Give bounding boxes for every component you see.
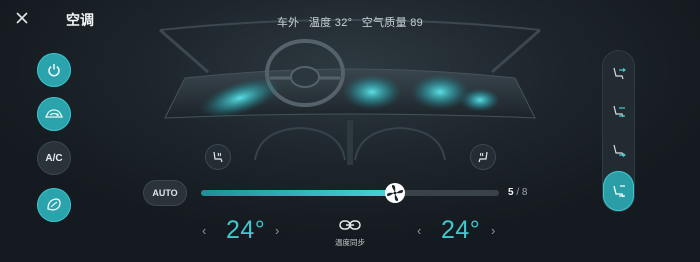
- fan-level-readout: 5 / 8: [508, 187, 527, 198]
- climate-control-screen: 空调 车外 温度 32° 空气质量 89 A/C AUTO 5 / 8 ‹ 24…: [0, 0, 700, 262]
- seat-airflow-feet-defrost-icon: [612, 185, 625, 198]
- airflow-feet-windshield[interactable]: [603, 171, 634, 211]
- seat-airflow-face-icon: [613, 67, 626, 80]
- air-quality: 空气质量 89: [361, 17, 424, 29]
- passenger-temperature: 24°: [441, 216, 481, 244]
- temperature-sync-button[interactable]: 温度同步: [330, 218, 370, 248]
- outside-temperature: 温度 32°: [308, 17, 353, 29]
- car-recirculation-icon: [44, 109, 64, 118]
- auto-button[interactable]: AUTO: [143, 180, 187, 206]
- airflow-face[interactable]: [606, 60, 632, 86]
- fan-slider-handle[interactable]: [384, 182, 406, 204]
- seat-heat-icon: [478, 151, 488, 163]
- fan-max: / 8: [516, 187, 528, 198]
- seat-heat-icon: [213, 151, 223, 163]
- driver-seat-heat-button[interactable]: [205, 144, 231, 170]
- fan-speed-fill: [201, 190, 395, 196]
- passenger-temp-increase[interactable]: ›: [491, 223, 495, 238]
- air-purify-icon: [47, 198, 61, 211]
- fan-speed-slider[interactable]: [201, 190, 499, 196]
- link-icon: [339, 220, 361, 230]
- driver-temperature: 24°: [226, 216, 266, 244]
- outside-label: 车外: [276, 17, 300, 29]
- driver-temp-decrease[interactable]: ‹: [202, 223, 206, 238]
- outside-conditions: 车外 温度 32° 空气质量 89: [0, 14, 700, 30]
- ac-label: A/C: [45, 152, 63, 164]
- seat-airflow-face-feet-icon: [613, 105, 625, 118]
- power-button[interactable]: [37, 53, 71, 87]
- fan-icon: [384, 183, 405, 203]
- passenger-temp-decrease[interactable]: ‹: [417, 223, 421, 238]
- ac-button[interactable]: A/C: [37, 141, 71, 175]
- temperature-sync-label: 温度同步: [335, 238, 365, 247]
- fan-level: 5: [508, 187, 514, 198]
- airflow-feet[interactable]: [606, 137, 632, 163]
- passenger-seat-heat-button[interactable]: [470, 144, 496, 170]
- power-icon: [48, 64, 60, 77]
- seat-airflow-feet-icon: [613, 144, 626, 157]
- recirculation-button[interactable]: [37, 97, 71, 131]
- driver-temp-increase[interactable]: ›: [275, 223, 279, 238]
- climate-mode-button[interactable]: [37, 188, 71, 222]
- airflow-face-feet[interactable]: [606, 98, 632, 124]
